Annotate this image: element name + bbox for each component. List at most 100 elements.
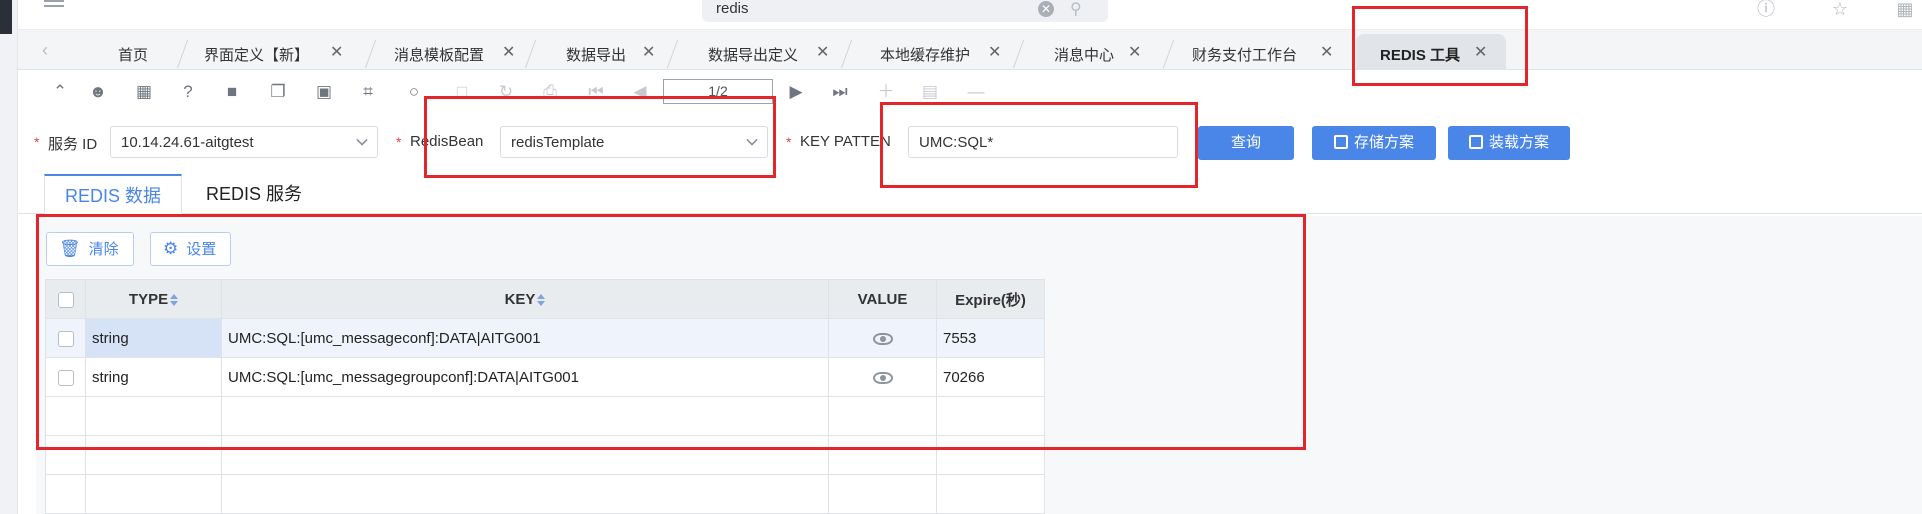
close-icon[interactable]: ✕ — [988, 42, 1001, 62]
select-all-cell[interactable] — [45, 279, 86, 319]
menu-icon[interactable] — [44, 0, 64, 14]
close-icon[interactable]: ✕ — [1320, 42, 1333, 62]
close-icon[interactable]: ✕ — [1474, 42, 1487, 62]
expire-header-label: Expire(秒) — [955, 291, 1026, 309]
tab-data-export[interactable]: 数据导出 ✕ — [548, 34, 668, 70]
key-pattern-value: UMC:SQL* — [919, 134, 994, 151]
copy-icon[interactable]: ❐ — [268, 82, 288, 102]
gear-icon: ⚙ — [163, 239, 179, 258]
tab-label: 数据导出 — [566, 47, 627, 64]
star-icon[interactable]: ☆ — [1830, 0, 1850, 18]
app-logo — [0, 0, 12, 34]
type-column-header[interactable]: TYPE — [85, 279, 222, 319]
tab-label: 财务支付工作台 — [1192, 47, 1298, 64]
print-icon[interactable]: ⎙ — [540, 82, 560, 102]
refresh-icon[interactable]: ↻ — [496, 82, 516, 102]
row-select-cell[interactable] — [45, 357, 86, 397]
save-icon — [1333, 135, 1348, 149]
calculator-icon[interactable]: ▦ — [134, 82, 154, 102]
settings-button[interactable]: ⚙ 设置 — [150, 232, 232, 266]
empty-row — [45, 396, 1045, 436]
tab-redis-data[interactable]: REDIS 数据 — [44, 174, 183, 214]
first-page-icon[interactable]: ⏮ — [586, 82, 606, 102]
tab-redis-service[interactable]: REDIS 服务 — [186, 174, 322, 214]
next-page-icon[interactable]: ▶ — [786, 82, 806, 102]
row-checkbox[interactable] — [57, 330, 74, 347]
row-select-cell[interactable] — [45, 318, 86, 358]
chevron-down-icon — [356, 134, 368, 146]
zoom-icon[interactable]: ○ — [404, 82, 424, 102]
sort-icon[interactable] — [537, 293, 546, 306]
save-scheme-button[interactable]: 存储方案 — [1312, 126, 1436, 160]
tab-label: 本地缓存维护 — [880, 47, 971, 64]
value-cell[interactable] — [828, 318, 937, 358]
close-icon[interactable]: ✕ — [1128, 42, 1141, 62]
help-icon[interactable]: ? — [178, 82, 198, 102]
key-cell[interactable]: UMC:SQL:[umc_messageconf]:DATA|AITG001 — [221, 318, 829, 358]
redisbean-select[interactable]: redisTemplate — [500, 126, 768, 158]
user-icon[interactable]: ☻ — [88, 82, 108, 102]
key-column-header[interactable]: KEY — [221, 279, 829, 319]
clipboard-icon[interactable]: ▣ — [314, 82, 334, 102]
prev-page-icon[interactable]: ◀ — [630, 82, 650, 102]
empty-row — [45, 474, 1045, 514]
tab-interface-definition[interactable]: 界面定义【新】 ✕ — [186, 34, 376, 70]
key-header-label: KEY — [504, 290, 536, 308]
close-icon[interactable]: ✕ — [330, 42, 343, 62]
query-button[interactable]: 查询 — [1198, 126, 1294, 160]
tab-message-template[interactable]: 消息模板配置 ✕ — [376, 34, 528, 70]
eye-icon[interactable] — [872, 371, 893, 384]
tab-message-center[interactable]: 消息中心 ✕ — [1036, 34, 1166, 70]
eye-icon[interactable] — [872, 332, 893, 345]
select-all-checkbox[interactable] — [57, 291, 74, 308]
tab-finance-payment[interactable]: 财务支付工作台 ✕ — [1174, 34, 1344, 70]
tab-home[interactable]: 首页 — [100, 34, 180, 70]
row-checkbox[interactable] — [57, 369, 74, 386]
clear-label: 清除 — [88, 241, 119, 258]
save-icon[interactable]: □ — [452, 82, 472, 102]
tab-redis-tool[interactable]: REDIS 工具 ✕ — [1356, 34, 1506, 70]
collapse-icon[interactable]: ⌃ — [50, 82, 70, 102]
crop-icon[interactable]: ⌗ — [358, 82, 378, 102]
required-mark: * — [34, 134, 40, 150]
apps-icon[interactable]: ▦ — [1896, 0, 1914, 18]
global-search[interactable]: redis ✕ ⚲ — [702, 0, 1108, 22]
add-icon[interactable]: ＋ — [876, 82, 896, 102]
tabs-scroll-left-icon[interactable]: ‹ — [42, 40, 48, 61]
redisbean-value: redisTemplate — [511, 134, 605, 151]
redis-data-table: TYPE KEY VALUE Expire(秒) string UMC:SQL:… — [45, 279, 1045, 514]
sort-icon[interactable] — [170, 293, 179, 306]
table-row[interactable]: string UMC:SQL:[umc_messagegroupconf]:DA… — [45, 357, 1045, 397]
type-header-label: TYPE — [128, 290, 169, 308]
page-indicator[interactable]: 1/2 — [663, 79, 773, 104]
tab-label: 消息模板配置 — [394, 47, 485, 64]
document-icon[interactable]: ▤ — [920, 82, 940, 102]
clear-search-icon[interactable]: ✕ — [1038, 1, 1054, 17]
search-icon[interactable]: ⚲ — [1070, 0, 1082, 19]
close-icon[interactable]: ✕ — [502, 42, 515, 62]
info-icon[interactable]: ⓘ — [1756, 0, 1776, 18]
lock-icon[interactable]: ■ — [222, 82, 242, 102]
close-icon[interactable]: ✕ — [642, 42, 655, 62]
save-scheme-label: 存储方案 — [1353, 134, 1414, 151]
clear-button[interactable]: 🗑 清除 — [46, 232, 134, 266]
required-mark: * — [396, 134, 402, 150]
tab-local-cache[interactable]: 本地缓存维护 ✕ — [862, 34, 1012, 70]
tab-data-export-definition[interactable]: 数据导出定义 ✕ — [690, 34, 840, 70]
tab-label: REDIS 工具 — [1380, 47, 1461, 64]
value-header-label: VALUE — [857, 290, 908, 308]
load-icon — [1468, 135, 1483, 149]
load-scheme-button[interactable]: 装载方案 — [1448, 126, 1570, 160]
value-cell[interactable] — [828, 357, 937, 397]
key-pattern-input[interactable]: UMC:SQL* — [908, 126, 1178, 158]
tab-label: 首页 — [118, 47, 149, 64]
remove-icon[interactable]: — — [966, 82, 986, 102]
type-cell[interactable]: string — [85, 357, 222, 397]
type-cell[interactable]: string — [85, 318, 222, 358]
search-input[interactable]: redis — [716, 0, 749, 17]
last-page-icon[interactable]: ⏭ — [830, 82, 850, 102]
key-cell[interactable]: UMC:SQL:[umc_messagegroupconf]:DATA|AITG… — [221, 357, 829, 397]
table-row[interactable]: string UMC:SQL:[umc_messageconf]:DATA|AI… — [45, 318, 1045, 358]
close-icon[interactable]: ✕ — [816, 42, 829, 62]
service-id-select[interactable]: 10.14.24.61-aitgtest — [110, 126, 378, 158]
